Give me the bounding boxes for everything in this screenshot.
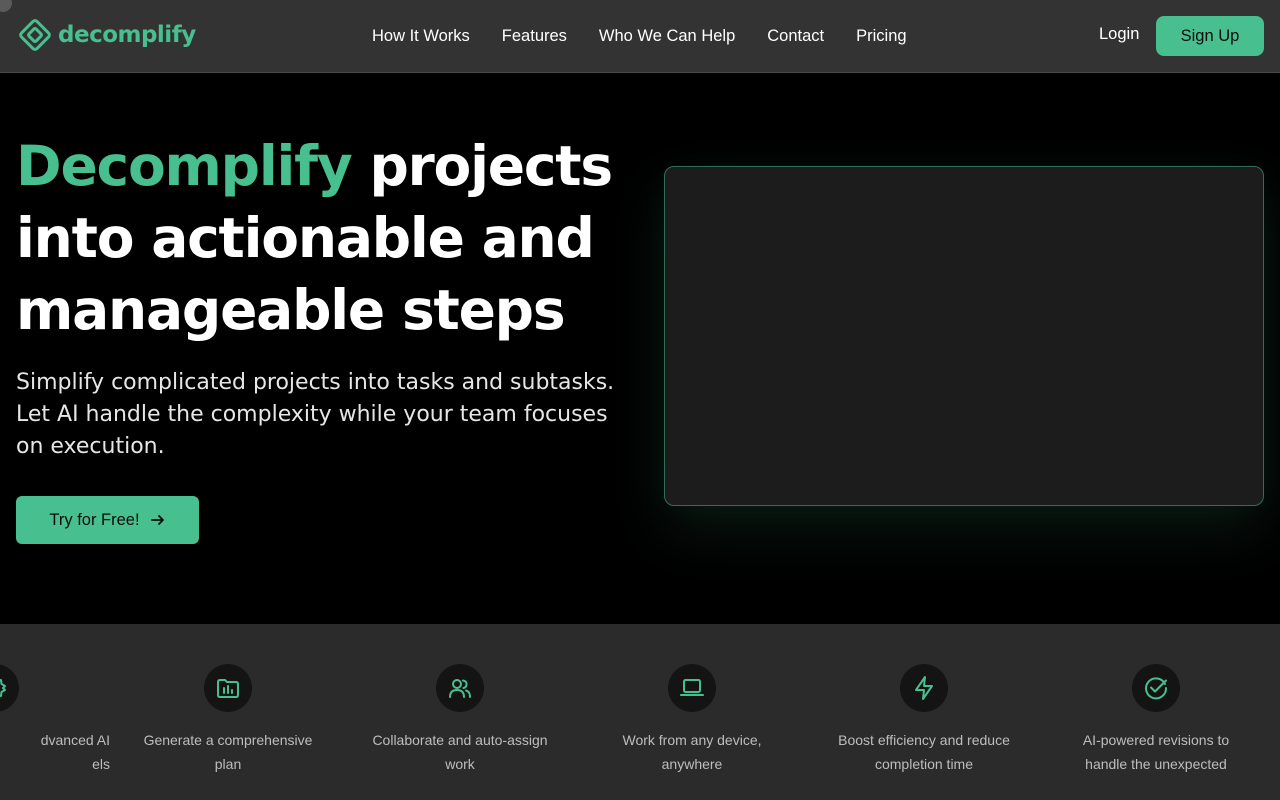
brand-name: decomplify <box>58 22 196 48</box>
feature-item-boost-efficiency: Boost efficiency and reduce completion t… <box>829 664 1019 776</box>
hero-title: Decomplify projects into actionable and … <box>16 130 636 346</box>
hero-subtitle: Simplify complicated projects into tasks… <box>16 370 615 459</box>
feature-item-collaborate: Collaborate and auto-assign work <box>365 664 555 776</box>
feature-label: AI-powered revisions to handle the unexp… <box>1082 732 1230 772</box>
feature-item-generate-plan: Generate a comprehensive plan <box>133 664 323 776</box>
try-for-free-label: Try for Free! <box>49 510 140 529</box>
diamond-logo-icon <box>19 19 51 51</box>
hero-title-accent: Decomplify <box>16 134 353 198</box>
nav-link-who-we-can-help[interactable]: Who We Can Help <box>583 27 751 46</box>
nav-link-pricing[interactable]: Pricing <box>840 27 922 46</box>
feature-icon-wrap <box>1132 664 1180 712</box>
feature-label: Work from any device, anywhere <box>622 732 762 772</box>
feature-label: Collaborate and auto-assign work <box>372 732 548 772</box>
feature-icon-wrap <box>0 664 19 712</box>
feature-icon-wrap <box>436 664 484 712</box>
feature-label: dvanced AI els <box>40 732 110 772</box>
nav-link-how-it-works[interactable]: How It Works <box>356 27 486 46</box>
feature-icon-wrap <box>204 664 252 712</box>
corner-indicator <box>0 0 12 12</box>
brand-logo[interactable]: decomplify <box>18 18 196 52</box>
try-for-free-button[interactable]: Try for Free! <box>16 496 199 544</box>
arrow-right-icon <box>150 515 164 525</box>
hero-video-placeholder[interactable] <box>664 166 1264 506</box>
features-strip: dvanced AI els Generate a comprehensive … <box>0 624 1280 800</box>
feature-icon-wrap <box>900 664 948 712</box>
main-nav: How It Works Features Who We Can Help Co… <box>356 24 923 48</box>
chart-folder-icon <box>217 679 239 698</box>
feature-icon-wrap <box>668 664 716 712</box>
login-link[interactable]: Login <box>1099 25 1139 44</box>
hero-section: Decomplify projects into actionable and … <box>0 73 1280 624</box>
nav-link-features[interactable]: Features <box>486 27 583 46</box>
lightning-icon <box>915 676 933 700</box>
feature-label: Generate a comprehensive plan <box>143 732 313 772</box>
check-circle-icon <box>1145 677 1168 700</box>
feature-item-ai-revisions: AI-powered revisions to handle the unexp… <box>1061 664 1251 776</box>
feature-item-ai-models: dvanced AI els <box>0 664 110 776</box>
top-navbar: decomplify How It Works Features Who We … <box>0 0 1280 73</box>
feature-item-any-device: Work from any device, anywhere <box>597 664 787 776</box>
gear-icon <box>0 679 6 697</box>
signup-button[interactable]: Sign Up <box>1156 16 1264 56</box>
laptop-icon <box>680 679 704 696</box>
nav-link-contact[interactable]: Contact <box>751 27 840 46</box>
feature-label: Boost efficiency and reduce completion t… <box>838 732 1010 772</box>
users-icon <box>449 679 471 698</box>
